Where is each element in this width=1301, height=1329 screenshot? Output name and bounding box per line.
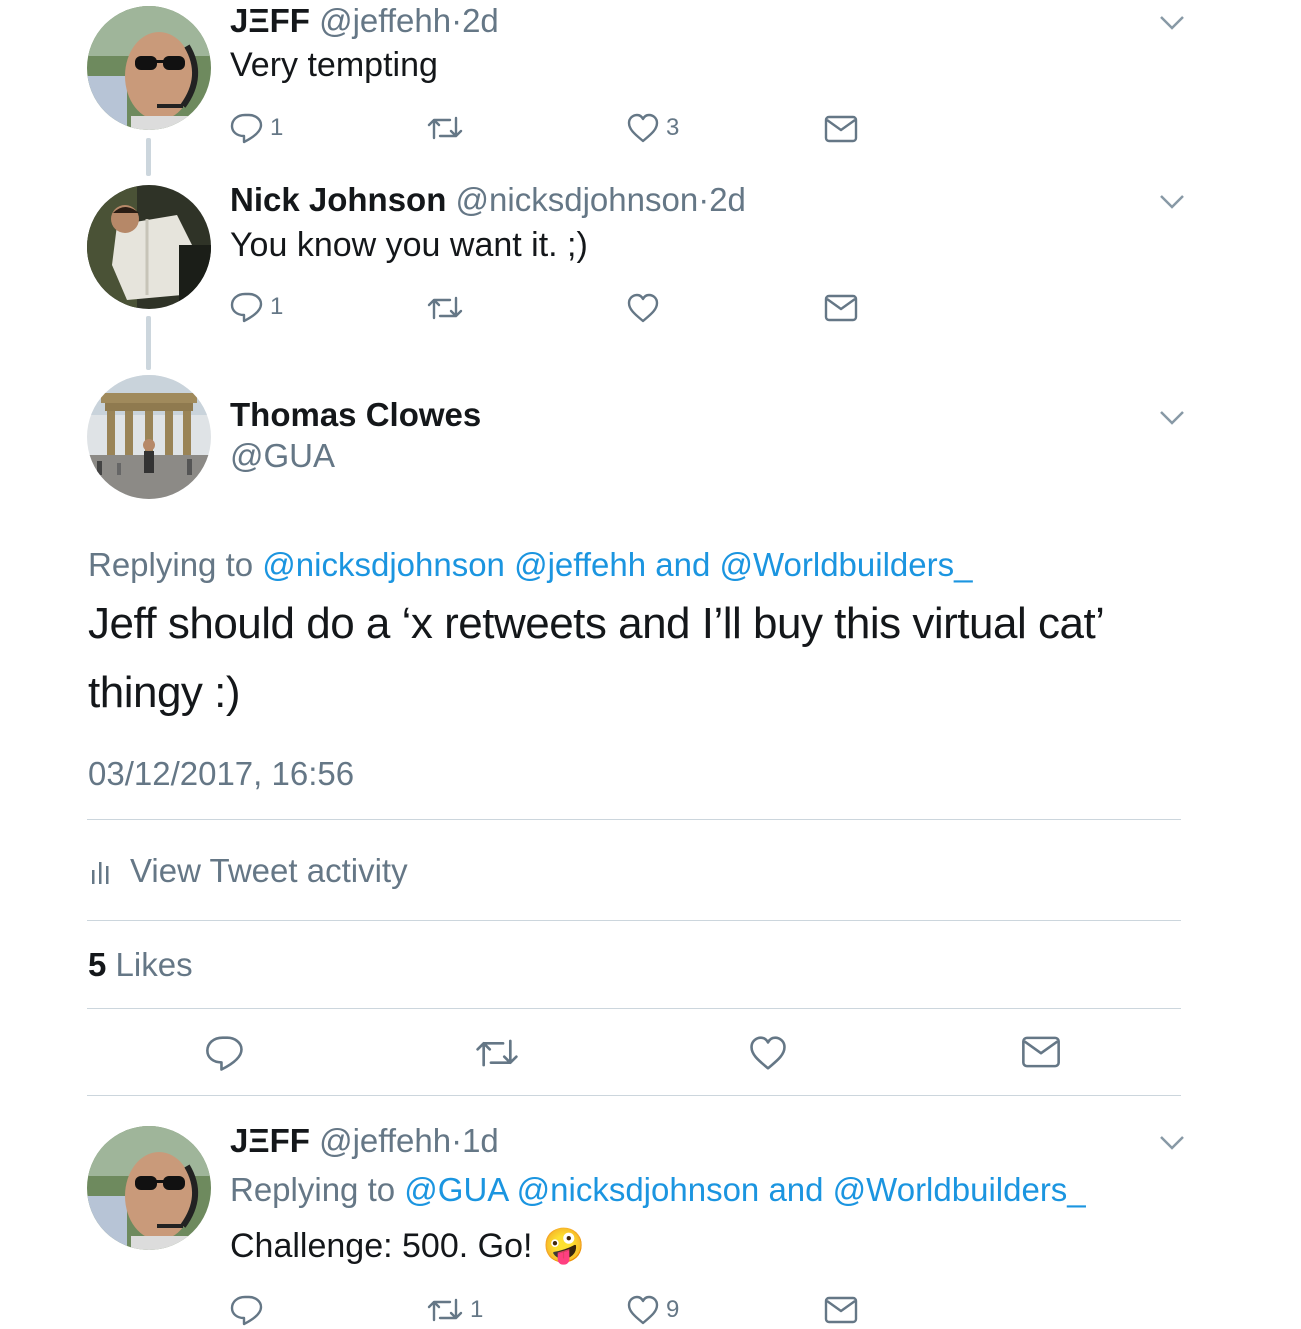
separator: · — [451, 2, 463, 39]
like-count: 9 — [666, 1296, 680, 1323]
like-count: 3 — [666, 114, 680, 141]
divider — [87, 1008, 1181, 1009]
retweet-icon — [476, 1039, 518, 1067]
view-tweet-activity-label: View Tweet activity — [130, 852, 408, 889]
direct-message-button[interactable] — [824, 1295, 858, 1325]
retweet-icon — [427, 1298, 463, 1322]
replying-to-label: Replying to — [88, 546, 254, 583]
activity-bars-icon — [92, 862, 109, 884]
main-like-button[interactable] — [748, 1033, 788, 1073]
avatar-jeff-image — [87, 6, 211, 130]
direct-message-icon — [824, 1296, 858, 1324]
likes-summary[interactable]: 5 Likes — [88, 946, 193, 984]
tweet-text: Challenge: 500. Go! — [230, 1226, 533, 1265]
main-retweet-button[interactable] — [474, 1036, 520, 1070]
retweet-button[interactable]: 1 — [426, 1296, 483, 1324]
reply-handles-link[interactable]: @GUA @nicksdjohnson and @Worldbuilders_ — [404, 1171, 1085, 1208]
reply-count: 1 — [270, 114, 284, 141]
direct-message-button[interactable] — [824, 293, 858, 323]
main-direct-message-button[interactable] — [1021, 1034, 1061, 1070]
likes-label: Likes — [115, 946, 193, 983]
avatar-nick-johnson-image — [87, 185, 211, 309]
like-button[interactable]: 9 — [626, 1294, 679, 1326]
direct-message-button[interactable] — [824, 114, 858, 144]
display-name[interactable]: Nick Johnson — [230, 181, 446, 218]
avatar-thomas-clowes-image — [87, 375, 211, 499]
avatar-nick-johnson[interactable] — [87, 185, 211, 309]
reply-icon — [230, 1295, 263, 1326]
avatar-jeff[interactable] — [87, 6, 211, 130]
display-name[interactable]: Thomas Clowes — [230, 396, 481, 434]
tweet-age[interactable]: 2d — [709, 181, 746, 218]
chevron-down-icon[interactable] — [1159, 409, 1185, 427]
handle[interactable]: @nicksdjohnson — [456, 181, 699, 218]
view-tweet-activity-button[interactable]: View Tweet activity — [90, 852, 408, 890]
direct-message-icon — [824, 294, 858, 322]
avatar-jeff[interactable] — [87, 1126, 211, 1250]
zany-face-emoji: 🤪 — [542, 1227, 585, 1265]
thread-connector — [146, 138, 151, 176]
tweet-header: JΞFF @jeffehh·2d — [230, 2, 499, 40]
separator: · — [698, 181, 710, 218]
reply-button[interactable] — [230, 1294, 270, 1326]
likes-count: 5 — [88, 946, 107, 983]
tweet-header: Nick Johnson @nicksdjohnson·2d — [230, 181, 746, 219]
like-icon — [627, 113, 659, 143]
display-name[interactable]: JΞFF — [230, 2, 310, 39]
replying-to-line: Replying to @nicksdjohnson @jeffehh and … — [88, 546, 972, 584]
reply-button[interactable]: 1 — [230, 291, 283, 323]
replying-to-label: Replying to — [230, 1171, 396, 1208]
main-tweet-text-line1: Jeff should do a ‘x retweets and I’ll bu… — [88, 599, 1105, 648]
main-tweet-text-line2: thingy :) — [88, 668, 241, 717]
tweet-timestamp[interactable]: 03/12/2017, 16:56 — [88, 755, 354, 793]
avatar-thomas-clowes[interactable] — [87, 375, 211, 499]
separator: · — [451, 1122, 463, 1159]
like-button[interactable] — [626, 292, 666, 324]
replying-to-line: Replying to @GUA @nicksdjohnson and @Wor… — [230, 1171, 1086, 1209]
tweet-age[interactable]: 2d — [462, 2, 499, 39]
handle[interactable]: @jeffehh — [319, 1122, 451, 1159]
thread-connector — [146, 316, 151, 370]
retweet-button[interactable] — [426, 294, 470, 322]
reply-handles-link[interactable]: @nicksdjohnson @jeffehh and @Worldbuilde… — [262, 546, 972, 583]
direct-message-icon — [824, 115, 858, 143]
reply-button[interactable]: 1 — [230, 112, 283, 144]
tweet-text: You know you want it. ;) — [230, 226, 588, 264]
chevron-down-icon[interactable] — [1159, 14, 1185, 32]
display-name[interactable]: JΞFF — [230, 1122, 310, 1159]
retweet-count: 1 — [470, 1296, 484, 1323]
handle[interactable]: @jeffehh — [319, 2, 451, 39]
like-button[interactable]: 3 — [626, 112, 679, 144]
reply-icon — [230, 113, 263, 144]
avatar-jeff-image — [87, 1126, 211, 1250]
tweet-text-row: Challenge: 500. Go! 🤪 — [230, 1226, 585, 1266]
reply-icon — [230, 292, 263, 323]
tweet-age[interactable]: 1d — [462, 1122, 499, 1159]
handle[interactable]: @GUA — [230, 437, 335, 475]
like-icon — [750, 1036, 786, 1070]
divider — [87, 1095, 1181, 1096]
tweet-header: JΞFF @jeffehh·1d — [230, 1122, 499, 1160]
chevron-down-icon[interactable] — [1159, 193, 1185, 211]
chevron-down-icon[interactable] — [1159, 1134, 1185, 1152]
retweet-icon — [427, 296, 463, 320]
like-icon — [627, 1295, 659, 1325]
like-icon — [627, 293, 659, 323]
divider — [87, 920, 1181, 921]
reply-icon — [206, 1036, 243, 1071]
divider — [87, 819, 1181, 820]
direct-message-icon — [1022, 1036, 1060, 1068]
main-reply-button[interactable] — [205, 1033, 245, 1073]
retweet-button[interactable] — [426, 114, 470, 142]
tweet-text: Very tempting — [230, 46, 438, 84]
reply-count: 1 — [270, 293, 284, 320]
retweet-icon — [427, 116, 463, 140]
